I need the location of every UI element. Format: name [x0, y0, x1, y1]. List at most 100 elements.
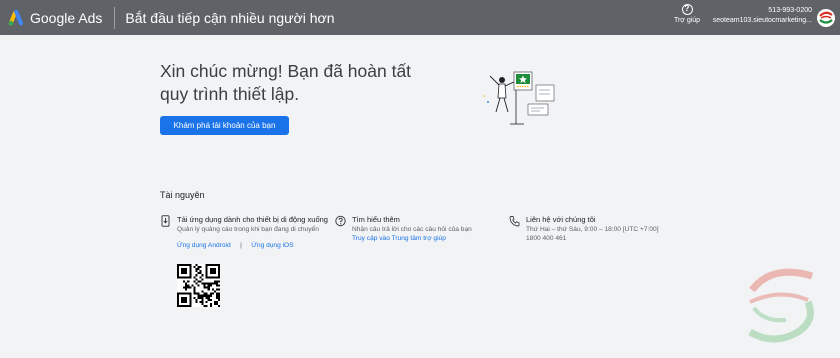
qr-module: [209, 298, 212, 301]
qr-module: [217, 280, 220, 283]
qr-module: [185, 282, 188, 285]
success-headline: Xin chúc mừng! Bạn đã hoàn tất quy trình…: [160, 61, 412, 104]
qr-module: [185, 288, 188, 291]
phone-download-icon: [161, 215, 170, 227]
qr-module: [205, 266, 208, 269]
qr-module: [183, 304, 186, 307]
qr-module: [179, 276, 182, 279]
qr-module: [181, 270, 184, 273]
qr-module: [189, 276, 192, 279]
explore-account-button[interactable]: Khám phá tài khoản của bạn: [160, 116, 289, 135]
qr-module: [215, 280, 218, 283]
contact-phone: 1800 400 461: [526, 235, 567, 242]
qr-module: [211, 270, 214, 273]
qr-module: [209, 268, 212, 271]
qr-module: [177, 272, 180, 275]
phone-call-icon: [509, 216, 520, 227]
qr-module: [183, 276, 186, 279]
learn-subtext: Nhận câu trả lời cho các câu hỏi của bạn: [352, 226, 472, 233]
qr-module: [215, 294, 218, 297]
qr-module: [179, 292, 182, 295]
qr-module: [207, 284, 210, 287]
qr-module: [207, 264, 210, 267]
qr-module: [209, 304, 212, 307]
qr-module: [217, 270, 220, 273]
qr-module: [209, 284, 212, 287]
qr-module: [209, 264, 212, 267]
qr-module: [185, 304, 188, 307]
account-info[interactable]: 513-993-0200 seoteam103.sieutocmarketing…: [708, 7, 812, 24]
help-button[interactable]: ? Trợ giúp: [670, 3, 704, 24]
qr-module: [205, 270, 208, 273]
qr-module: [193, 280, 196, 283]
qr-module: [197, 292, 200, 295]
qr-module: [211, 268, 214, 271]
qr-module: [203, 304, 206, 307]
qr-module: [205, 276, 208, 279]
qr-module: [177, 302, 180, 305]
qr-module: [217, 294, 220, 297]
qr-module: [195, 298, 198, 301]
qr-module: [181, 292, 184, 295]
qr-module: [205, 272, 208, 275]
google-ads-logo[interactable]: Google Ads: [8, 9, 103, 26]
qr-module: [181, 304, 184, 307]
logo-text: Google Ads: [30, 9, 103, 26]
help-circle-icon: ?: [681, 4, 693, 15]
qr-module: [177, 270, 180, 273]
qr-module: [205, 274, 208, 277]
qr-module: [185, 292, 188, 295]
qr-module: [197, 284, 200, 287]
qr-module: [193, 276, 196, 279]
qr-module: [209, 292, 212, 295]
qr-module: [215, 264, 218, 267]
qr-module: [215, 292, 218, 295]
qr-module: [177, 266, 180, 269]
qr-module: [189, 272, 192, 275]
qr-module: [177, 264, 180, 267]
qr-module: [209, 276, 212, 279]
qr-module: [197, 296, 200, 299]
resources-title: Tài nguyên: [160, 190, 205, 200]
qr-module: [213, 268, 216, 271]
qr-module: [201, 294, 204, 297]
ios-app-link[interactable]: Ứng dụng iOS: [251, 242, 293, 249]
qr-module: [217, 304, 220, 307]
contact-heading: Liên hệ với chúng tôi: [526, 215, 596, 224]
qr-module: [197, 294, 200, 297]
qr-module: [217, 288, 220, 291]
qr-module: [209, 302, 212, 305]
qr-module: [189, 292, 192, 295]
qr-module: [187, 280, 190, 283]
qr-module: [207, 282, 210, 285]
help-center-link[interactable]: Truy cập vào Trung tâm trợ giúp: [352, 234, 472, 243]
learn-heading: Tìm hiểu thêm: [352, 215, 400, 224]
qr-module: [187, 284, 190, 287]
qr-module: [187, 276, 190, 279]
qr-module: [207, 296, 210, 299]
qr-module: [183, 272, 186, 275]
question-circle-icon: [335, 215, 346, 227]
qr-module: [217, 268, 220, 271]
qr-module: [205, 282, 208, 285]
avatar-logo-icon: [819, 11, 833, 24]
qr-module: [217, 276, 220, 279]
qr-module: [179, 304, 182, 307]
qr-module: [205, 268, 208, 271]
qr-module: [187, 264, 190, 267]
qr-module: [203, 294, 206, 297]
qr-module: [195, 274, 198, 277]
qr-module: [177, 292, 180, 295]
qr-module: [205, 300, 208, 303]
account-name: seoteam103.sieutocmarketing...: [712, 17, 812, 24]
qr-module: [185, 276, 188, 279]
avatar[interactable]: [817, 9, 835, 27]
qr-module: [181, 268, 184, 271]
android-app-link[interactable]: Ứng dụng Android: [177, 242, 231, 249]
qr-module: [177, 300, 180, 303]
qr-module: [193, 290, 196, 293]
qr-module: [183, 292, 186, 295]
qr-module: [195, 264, 198, 267]
qr-module: [189, 266, 192, 269]
qr-module: [217, 264, 220, 267]
